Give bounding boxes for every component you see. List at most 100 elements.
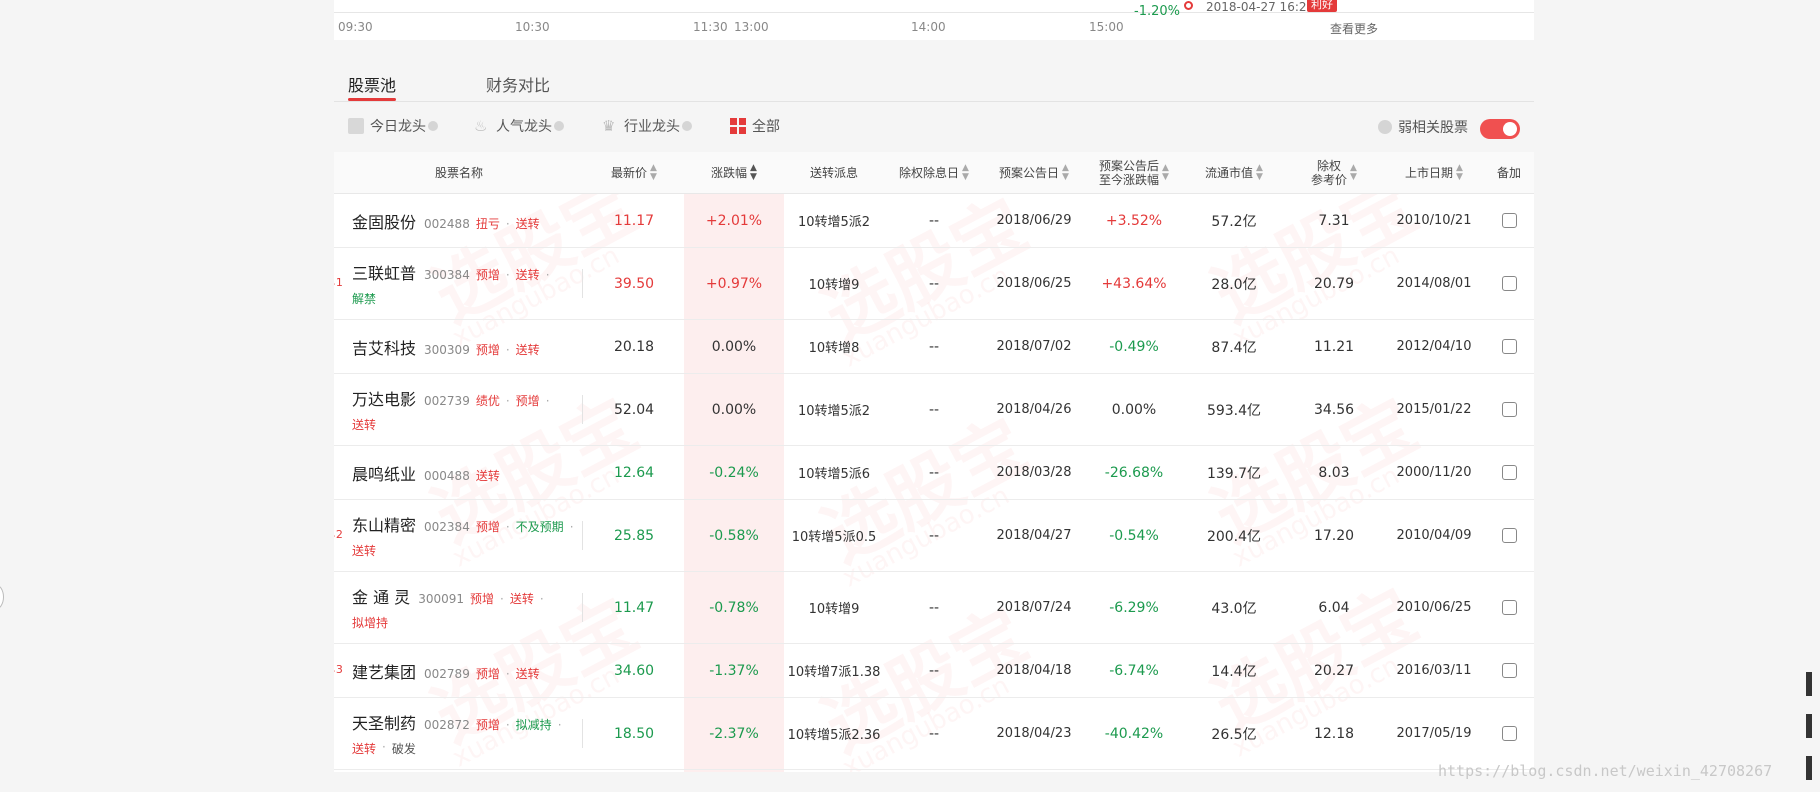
info-dot-icon (428, 121, 438, 131)
header-ref-price[interactable]: 除权 参考价 ▲ ▼ (1284, 152, 1384, 194)
filter-popular-leader[interactable]: ♨ 人气龙头 (474, 116, 564, 136)
stock-tag[interactable]: 预增 (476, 518, 500, 535)
announce-date-cell: 2018/04/18 (996, 663, 1072, 678)
add-checkbox[interactable] (1502, 527, 1517, 543)
change-cell: 0.00% (711, 401, 757, 418)
stock-tag[interactable]: 绩优 (476, 392, 500, 409)
header-market-cap[interactable]: 流通市值 ▲ ▼ (1184, 152, 1284, 194)
add-checkbox[interactable] (1502, 212, 1517, 228)
stock-name[interactable]: 东山精密 (352, 512, 416, 536)
change-cell: +2.01% (705, 212, 763, 229)
table-row[interactable]: 金 通 灵 300091 预增 · 送转 · 拟增持 11.47 -0.78% 10转增9 -- 20… (334, 572, 1534, 644)
sort-icon: ▲ ▼ (650, 163, 657, 182)
add-checkbox[interactable] (1502, 599, 1517, 615)
add-checkbox[interactable] (1502, 464, 1517, 480)
stock-name[interactable]: 吉艾科技 (352, 335, 416, 359)
stock-tag[interactable]: 不及预期 (516, 518, 564, 535)
side-tool-button[interactable] (1806, 756, 1812, 780)
dividend-plan-cell: 10转增9 (808, 602, 860, 617)
since-change-cell: +43.64% (1101, 275, 1167, 292)
sort-icon: ▲ ▼ (1062, 163, 1069, 182)
crown-icon: ♛ (602, 117, 616, 135)
add-checkbox[interactable] (1502, 662, 1517, 678)
header-list-date[interactable]: 上市日期 ▲ ▼ (1384, 152, 1484, 194)
table-row[interactable]: 金固股份 002488 扭亏 · 送转 11.17 +2.01% 10转增5派2 -- 2018/… (334, 194, 1534, 248)
tab-stock-pool[interactable]: 股票池 (348, 72, 396, 96)
side-tool-button[interactable] (1806, 672, 1812, 696)
header-price[interactable]: 最新价 ▲ ▼ (584, 152, 684, 194)
stock-tag[interactable]: 破发 (392, 740, 416, 757)
table-row[interactable]: 晨鸣纸业 000488 送转 12.64 -0.24% 10转增5派6 -- 2018/03/… (334, 446, 1534, 500)
add-checkbox[interactable] (1502, 401, 1517, 417)
list-date-cell: 2010/04/09 (1396, 528, 1472, 543)
stock-code: 300091 (418, 592, 464, 606)
stock-tag[interactable]: 预增 (470, 590, 494, 607)
dividend-plan-cell: 10转增5派2 (797, 215, 871, 230)
view-more-link[interactable]: 查看更多 (1330, 20, 1378, 37)
tag-separator: · (505, 216, 510, 231)
table-row[interactable]: ♨2 东山精密 002384 预增 · 不及预期 · 送转 25.85 -0.58% 10转增5派0… (334, 500, 1534, 572)
stock-tag[interactable]: 送转 (476, 467, 500, 484)
filter-all[interactable]: 全部 (730, 116, 780, 136)
price-cell: 12.64 (613, 464, 655, 481)
stock-tag[interactable]: 扭亏 (476, 215, 500, 232)
stock-name-cell: 晨鸣纸业 000488 送转 (352, 446, 582, 499)
stock-tag[interactable]: 预增 (516, 392, 540, 409)
side-scroll-handle[interactable] (0, 584, 4, 610)
news-marker-icon[interactable] (1184, 1, 1193, 10)
header-since-change[interactable]: 预案公告后 至今涨跌幅 ▲ ▼ (1084, 152, 1184, 194)
stock-tag[interactable]: 送转 (352, 740, 376, 757)
stock-code: 300309 (424, 342, 470, 357)
stock-tag[interactable]: 送转 (516, 665, 540, 682)
stock-tag[interactable]: 送转 (516, 341, 540, 358)
stock-tag[interactable]: 拟增持 (352, 614, 388, 631)
table-row[interactable]: 天圣制药 002872 预增 · 拟减持 · 送转 · 破发 18.50 -2.37% 10转增5派2… (334, 698, 1534, 770)
news-change: -1.20% (1134, 4, 1180, 19)
stock-tag[interactable]: 预增 (476, 716, 500, 733)
stock-name[interactable]: 金固股份 (352, 209, 416, 233)
stock-name[interactable]: 建艺集团 (352, 659, 416, 683)
ex-date-cell: -- (928, 464, 940, 481)
side-tool-button[interactable] (1806, 714, 1812, 738)
header-change[interactable]: 涨跌幅 ▲ ▼ (684, 152, 784, 194)
list-date-cell: 2016/03/11 (1396, 663, 1472, 678)
time-tick: 09:30 (338, 20, 373, 34)
header-ex-date[interactable]: 除权除息日 ▲ ▼ (884, 152, 984, 194)
table-row[interactable]: 吉艾科技 300309 预增 · 送转 20.18 0.00% 10转增8 -- 2018/07/… (334, 320, 1534, 374)
stock-name[interactable]: 天圣制药 (352, 710, 416, 734)
stock-name[interactable]: 金 通 灵 (352, 584, 410, 608)
stock-tag[interactable]: 送转 (516, 266, 540, 283)
sort-icon: ▲ ▼ (1256, 163, 1263, 182)
sort-icon: ▲ ▼ (1456, 163, 1463, 182)
stock-tag[interactable]: 送转 (352, 542, 376, 559)
change-cell: -0.58% (709, 527, 759, 544)
add-checkbox[interactable] (1502, 725, 1517, 741)
stock-tag[interactable]: 送转 (516, 215, 540, 232)
weak-related-switch[interactable] (1480, 119, 1520, 139)
ref-price-cell: 6.04 (1318, 599, 1350, 616)
stock-tag[interactable]: 送转 (510, 590, 534, 607)
stock-tag[interactable]: 拟减持 (516, 716, 552, 733)
tab-financial-compare[interactable]: 财务对比 (486, 72, 550, 96)
stock-name[interactable]: 三联虹普 (352, 260, 416, 284)
stock-name[interactable]: 万达电影 (352, 386, 416, 410)
table-row[interactable]: 万达电影 002739 绩优 · 预增 · 送转 52.04 0.00% 10转增5派2 -- 201… (334, 374, 1534, 446)
header-announce-date[interactable]: 预案公告日 ▲ ▼ (984, 152, 1084, 194)
stock-tag[interactable]: 预增 (476, 665, 500, 682)
stock-tag[interactable]: 预增 (476, 266, 500, 283)
filter-industry-leader[interactable]: ♛ 行业龙头 (602, 116, 692, 136)
add-checkbox[interactable] (1502, 275, 1517, 291)
price-cell: 34.60 (613, 662, 655, 679)
stock-code: 300384 (424, 268, 470, 282)
stock-name[interactable]: 晨鸣纸业 (352, 461, 416, 485)
filter-today-leader[interactable]: 今日龙头 (348, 116, 438, 136)
weak-related-text: 弱相关股票 (1398, 120, 1468, 136)
add-checkbox[interactable] (1502, 338, 1517, 354)
market-cap-cell: 57.2亿 (1211, 213, 1257, 230)
table-row[interactable]: ♨1 三联虹普 300384 预增 · 送转 · 解禁 39.50 +0.97% 10转增9 -- 20… (334, 248, 1534, 320)
stock-tag[interactable]: 预增 (476, 341, 500, 358)
table-row[interactable]: ♨3 建艺集团 002789 预增 · 送转 34.60 -1.37% 10转增7派1.38 --… (334, 644, 1534, 698)
header-label: 备加 (1496, 166, 1521, 180)
stock-tag[interactable]: 解禁 (352, 290, 376, 307)
stock-tag[interactable]: 送转 (352, 416, 376, 433)
